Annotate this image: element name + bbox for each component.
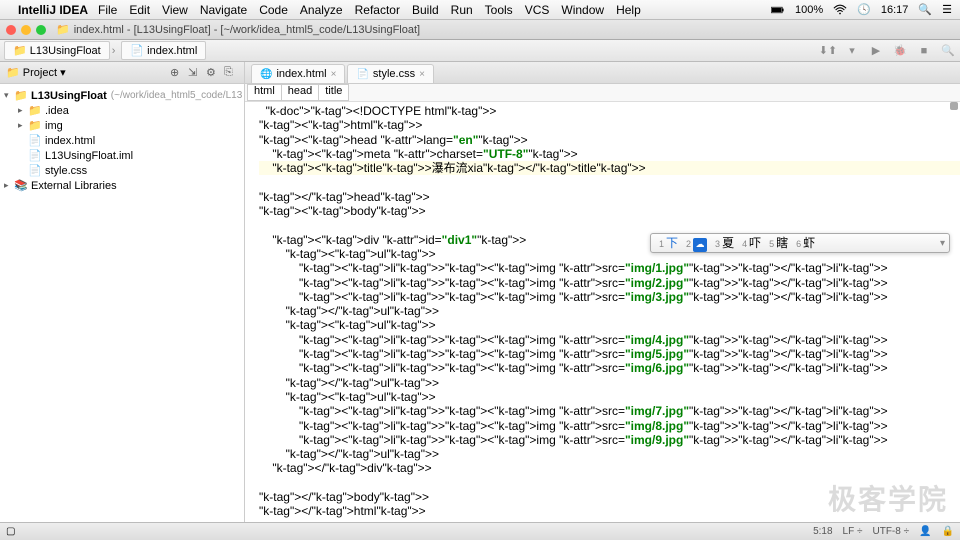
tree-item[interactable]: ▸📁.idea <box>0 103 244 118</box>
ime-candidate-bar[interactable]: 1下2☁3夏4吓5瞎6虾 ▾ <box>650 233 950 253</box>
navigation-toolbar: 📁 L13UsingFloat › 📄 index.html ⬇⬆ ▾ ▶ 🐞 … <box>0 40 960 62</box>
crumb-title[interactable]: title <box>318 84 349 101</box>
clock-icon: 🕓 <box>857 3 871 16</box>
editor-tabs: 🌐index.html× 📄style.css× <box>245 62 960 84</box>
menu-edit[interactable]: Edit <box>129 3 150 17</box>
close-icon[interactable] <box>6 25 16 35</box>
clock-time: 16:17 <box>881 4 909 16</box>
stop-icon[interactable]: ■ <box>915 42 933 60</box>
tree-root[interactable]: ▾📁 L13UsingFloat (~/work/idea_html5_code… <box>0 88 244 103</box>
tree-item[interactable]: 📄L13UsingFloat.iml <box>0 148 244 163</box>
project-header: 📁 Project ▾ ⊕ ⇲ ⚙ ⎘ <box>0 62 244 84</box>
build-icon[interactable]: ⬇⬆ <box>819 42 837 60</box>
menu-vcs[interactable]: VCS <box>525 3 550 17</box>
battery-icon[interactable] <box>771 4 785 16</box>
window-titlebar: 📁 index.html - [L13UsingFloat] - [~/work… <box>0 20 960 40</box>
spotlight-icon[interactable]: 🔍 <box>918 3 932 16</box>
battery-percent: 100% <box>795 4 823 16</box>
editor-scrollbar[interactable] <box>950 102 960 532</box>
project-tree[interactable]: ▾📁 L13UsingFloat (~/work/idea_html5_code… <box>0 84 244 197</box>
debug-icon[interactable]: 🐞 <box>891 42 909 60</box>
close-tab-icon[interactable]: × <box>419 69 425 80</box>
notification-icon[interactable]: ☰ <box>942 3 952 16</box>
readonly-lock-icon[interactable]: 👤 <box>919 526 931 537</box>
crumb-head[interactable]: head <box>281 84 319 101</box>
search-icon[interactable]: 🔍 <box>939 42 957 60</box>
lock-icon[interactable]: 🔒 <box>942 526 954 537</box>
settings-icon[interactable]: ⚙ <box>206 66 220 80</box>
project-tool-window: 📁 Project ▾ ⊕ ⇲ ⚙ ⎘ ▾📁 L13UsingFloat (~/… <box>0 62 245 532</box>
menu-code[interactable]: Code <box>259 3 288 17</box>
code-editor[interactable]: "k-doc">"k-tag"><!DOCTYPE html"k-tag">>"… <box>245 102 960 532</box>
editor-area: 🌐index.html× 📄style.css× html head title… <box>245 62 960 532</box>
tree-item[interactable]: 📄index.html <box>0 133 244 148</box>
code-breadcrumb[interactable]: html head title <box>245 84 960 102</box>
menu-file[interactable]: File <box>98 3 117 17</box>
menu-tools[interactable]: Tools <box>485 3 513 17</box>
menu-window[interactable]: Window <box>561 3 604 17</box>
wifi-icon[interactable] <box>833 4 847 16</box>
ime-more-icon[interactable]: ▾ <box>940 238 945 249</box>
traffic-lights[interactable] <box>6 25 46 35</box>
line-separator[interactable]: LF ÷ <box>843 526 863 537</box>
collapse-icon[interactable]: ⇲ <box>188 66 202 80</box>
app-name[interactable]: IntelliJ IDEA <box>18 3 88 17</box>
run-dropdown[interactable]: ▾ <box>843 42 861 60</box>
hide-icon[interactable]: ⎘ <box>224 66 238 80</box>
tree-item[interactable]: ▸📁img <box>0 118 244 133</box>
status-message: ▢ <box>6 526 15 537</box>
menu-run[interactable]: Run <box>451 3 473 17</box>
minimize-icon[interactable] <box>21 25 31 35</box>
menu-analyze[interactable]: Analyze <box>300 3 343 17</box>
autoscroll-icon[interactable]: ⊕ <box>170 66 184 80</box>
file-encoding[interactable]: UTF-8 ÷ <box>872 526 909 537</box>
window-title: index.html - [L13UsingFloat] - [~/work/i… <box>74 24 420 36</box>
run-icon[interactable]: ▶ <box>867 42 885 60</box>
menu-build[interactable]: Build <box>412 3 439 17</box>
menu-help[interactable]: Help <box>616 3 641 17</box>
tab-index-html[interactable]: 🌐index.html× <box>251 64 345 83</box>
menu-view[interactable]: View <box>162 3 188 17</box>
crumb-html[interactable]: html <box>247 84 282 101</box>
tree-external-libs[interactable]: ▸📚 External Libraries <box>0 178 244 193</box>
tab-style-css[interactable]: 📄style.css× <box>347 64 433 83</box>
menu-refactor[interactable]: Refactor <box>355 3 400 17</box>
project-header-label[interactable]: 📁 Project ▾ <box>6 66 66 79</box>
macos-menubar: IntelliJ IDEA File Edit View Navigate Co… <box>0 0 960 20</box>
watermark-logo: 极客学院 <box>828 478 948 518</box>
caret-position[interactable]: 5:18 <box>813 526 832 537</box>
status-bar: ▢ 5:18 LF ÷ UTF-8 ÷ 👤 🔒 <box>0 522 960 540</box>
zoom-icon[interactable] <box>36 25 46 35</box>
breadcrumb-file[interactable]: 📄 index.html <box>121 41 206 60</box>
folder-icon: 📁 <box>56 23 70 36</box>
close-tab-icon[interactable]: × <box>331 69 337 80</box>
menu-navigate[interactable]: Navigate <box>200 3 247 17</box>
breadcrumb-project[interactable]: 📁 L13UsingFloat <box>4 41 110 60</box>
tree-item[interactable]: 📄style.css <box>0 163 244 178</box>
